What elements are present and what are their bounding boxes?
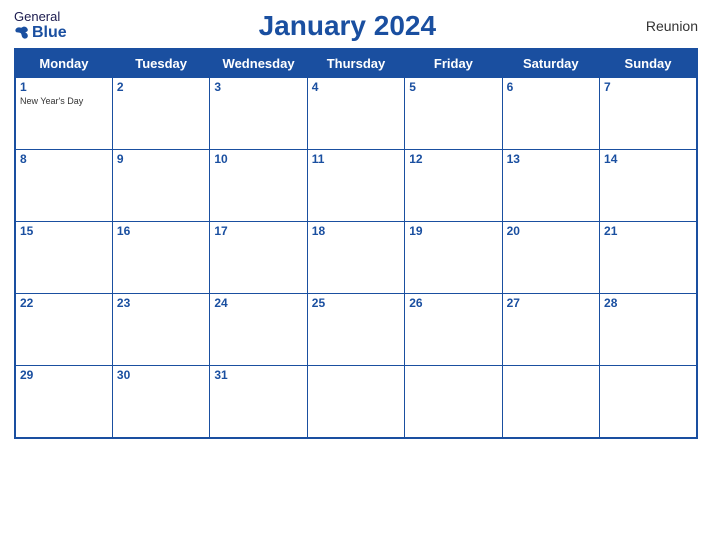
day-number: 9 — [117, 152, 205, 166]
calendar-cell: 21 — [600, 222, 697, 294]
day-number: 2 — [117, 80, 205, 94]
day-number: 12 — [409, 152, 497, 166]
calendar-cell — [405, 366, 502, 438]
calendar-cell: 24 — [210, 294, 307, 366]
calendar-cell: 11 — [307, 150, 404, 222]
day-number: 29 — [20, 368, 108, 382]
header: General Blue January 2024 Reunion — [14, 10, 698, 42]
day-number: 14 — [604, 152, 692, 166]
calendar-cell: 7 — [600, 78, 697, 150]
header-friday: Friday — [405, 49, 502, 78]
day-number: 28 — [604, 296, 692, 310]
calendar-cell: 2 — [112, 78, 209, 150]
week-row-4: 22 23 24 25 26 27 28 — [15, 294, 697, 366]
calendar-cell: 8 — [15, 150, 112, 222]
day-number: 17 — [214, 224, 302, 238]
day-number: 16 — [117, 224, 205, 238]
day-number: 21 — [604, 224, 692, 238]
calendar-cell: 6 — [502, 78, 599, 150]
days-header-row: Monday Tuesday Wednesday Thursday Friday… — [15, 49, 697, 78]
header-tuesday: Tuesday — [112, 49, 209, 78]
calendar-cell: 26 — [405, 294, 502, 366]
calendar-table: Monday Tuesday Wednesday Thursday Friday… — [14, 48, 698, 439]
calendar-cell: 15 — [15, 222, 112, 294]
week-row-3: 15 16 17 18 19 20 21 — [15, 222, 697, 294]
calendar-cell: 28 — [600, 294, 697, 366]
day-number: 11 — [312, 152, 400, 166]
calendar-cell: 20 — [502, 222, 599, 294]
calendar-cell: 17 — [210, 222, 307, 294]
calendar-cell — [307, 366, 404, 438]
day-number: 13 — [507, 152, 595, 166]
calendar-cell: 22 — [15, 294, 112, 366]
header-wednesday: Wednesday — [210, 49, 307, 78]
calendar-title: January 2024 — [67, 10, 628, 42]
calendar-cell — [600, 366, 697, 438]
calendar-cell: 23 — [112, 294, 209, 366]
day-number: 31 — [214, 368, 302, 382]
day-number: 4 — [312, 80, 400, 94]
calendar-cell: 25 — [307, 294, 404, 366]
logo-bird-icon — [14, 25, 30, 41]
holiday-label: New Year's Day — [20, 96, 108, 106]
calendar-cell: 30 — [112, 366, 209, 438]
calendar-cell: 1 New Year's Day — [15, 78, 112, 150]
day-number: 15 — [20, 224, 108, 238]
day-number: 10 — [214, 152, 302, 166]
day-number: 7 — [604, 80, 692, 94]
header-sunday: Sunday — [600, 49, 697, 78]
calendar-cell: 19 — [405, 222, 502, 294]
day-number: 3 — [214, 80, 302, 94]
calendar-cell: 4 — [307, 78, 404, 150]
week-row-5: 29 30 31 — [15, 366, 697, 438]
day-number: 6 — [507, 80, 595, 94]
day-number: 30 — [117, 368, 205, 382]
calendar-cell: 3 — [210, 78, 307, 150]
calendar-cell: 29 — [15, 366, 112, 438]
day-number: 18 — [312, 224, 400, 238]
day-number: 8 — [20, 152, 108, 166]
day-number: 25 — [312, 296, 400, 310]
calendar-cell: 14 — [600, 150, 697, 222]
day-number: 19 — [409, 224, 497, 238]
calendar-cell: 31 — [210, 366, 307, 438]
logo-blue-text: Blue — [14, 24, 67, 42]
calendar-cell: 12 — [405, 150, 502, 222]
day-number: 20 — [507, 224, 595, 238]
calendar-cell: 27 — [502, 294, 599, 366]
week-row-1: 1 New Year's Day 234567 — [15, 78, 697, 150]
day-number: 26 — [409, 296, 497, 310]
day-number: 24 — [214, 296, 302, 310]
calendar-cell: 5 — [405, 78, 502, 150]
week-row-2: 89 10 11 12 13 14 — [15, 150, 697, 222]
day-number: 27 — [507, 296, 595, 310]
day-number: 23 — [117, 296, 205, 310]
calendar-cell — [502, 366, 599, 438]
calendar-cell: 10 — [210, 150, 307, 222]
region-label: Reunion — [628, 18, 698, 34]
logo-general-text: General — [14, 10, 60, 24]
day-number: 1 — [20, 80, 108, 94]
calendar-cell: 18 — [307, 222, 404, 294]
calendar-cell: 9 — [112, 150, 209, 222]
day-number: 22 — [20, 296, 108, 310]
day-number: 5 — [409, 80, 497, 94]
calendar-cell: 16 — [112, 222, 209, 294]
header-monday: Monday — [15, 49, 112, 78]
logo: General Blue — [14, 10, 67, 42]
header-saturday: Saturday — [502, 49, 599, 78]
header-thursday: Thursday — [307, 49, 404, 78]
calendar-cell: 13 — [502, 150, 599, 222]
calendar-page: General Blue January 2024 Reunion Monday… — [0, 0, 712, 550]
